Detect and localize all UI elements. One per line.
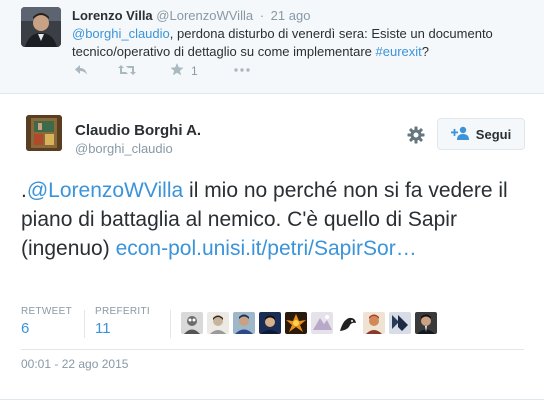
reply-author-name[interactable]: Lorenzo Villa	[72, 8, 153, 23]
favoriter-avatar[interactable]	[363, 312, 385, 334]
reply-icon[interactable]	[74, 64, 88, 79]
favorites-stat-label: PREFERITI	[95, 306, 150, 317]
favoriter-avatar[interactable]	[233, 312, 255, 334]
favorite-count: 1	[191, 64, 198, 78]
claudio-borghi-avatar[interactable]	[26, 115, 62, 151]
favoriter-avatar[interactable]	[311, 312, 333, 334]
reply-hashtag-link[interactable]: #eurexit	[376, 44, 422, 59]
tweet-url-link[interactable]: econ-pol.unisi.it/petri/SapirSor…	[116, 237, 417, 260]
tweet-timestamp[interactable]: 00:01 - 22 ago 2015	[21, 357, 128, 371]
favoriter-avatar[interactable]	[181, 312, 203, 334]
stat-divider	[170, 310, 171, 338]
favoriter-avatar[interactable]	[285, 312, 307, 334]
in-reply-to-tweet: Lorenzo Villa @LorenzoWVilla · 21 ago @b…	[0, 0, 544, 94]
favorites-stat[interactable]: PREFERITI 11	[95, 306, 150, 337]
divider	[0, 399, 544, 400]
reply-header: Lorenzo Villa @LorenzoWVilla · 21 ago	[72, 8, 310, 23]
retweet-stat-label: RETWEET	[21, 306, 72, 317]
retweet-stat-count[interactable]: 6	[21, 320, 72, 337]
tweet-mention-link[interactable]: @LorenzoWVilla	[27, 179, 183, 202]
lorenzo-villa-avatar[interactable]	[21, 7, 61, 47]
retweet-icon[interactable]	[118, 64, 136, 79]
more-icon[interactable]	[234, 64, 250, 79]
separator-dot: ·	[259, 8, 265, 23]
reply-mention-link[interactable]: @borghi_claudio	[72, 26, 170, 41]
permalink-tweet: Claudio Borghi A. @borghi_claudio Segui …	[0, 94, 544, 411]
favoriter-avatar[interactable]	[389, 312, 411, 334]
tweet-text: .@LorenzoWVilla il mio no perché non si …	[21, 176, 531, 263]
follow-button-label: Segui	[475, 126, 512, 142]
favoriter-avatar[interactable]	[207, 312, 229, 334]
add-user-icon	[450, 126, 469, 143]
reply-text-end: ?	[421, 44, 429, 59]
follow-button[interactable]: Segui	[437, 118, 525, 150]
author-name[interactable]: Claudio Borghi A.	[75, 122, 201, 139]
favorite-icon[interactable]	[170, 63, 184, 79]
retweet-stat[interactable]: RETWEET 6	[21, 306, 72, 337]
favoriter-avatar[interactable]	[415, 312, 437, 334]
reply-author-handle[interactable]: @LorenzoWVilla	[156, 8, 253, 23]
reply-time[interactable]: 21 ago	[271, 8, 311, 23]
divider	[21, 349, 524, 350]
author-handle[interactable]: @borghi_claudio	[75, 141, 173, 156]
favoriter-avatar[interactable]	[259, 312, 281, 334]
favorites-stat-count[interactable]: 11	[95, 320, 150, 337]
stat-divider	[84, 310, 85, 338]
reply-text: @borghi_claudio, perdona disturbo di ven…	[72, 25, 512, 61]
favoriter-avatar[interactable]	[337, 312, 359, 334]
gear-icon[interactable]	[406, 125, 426, 145]
